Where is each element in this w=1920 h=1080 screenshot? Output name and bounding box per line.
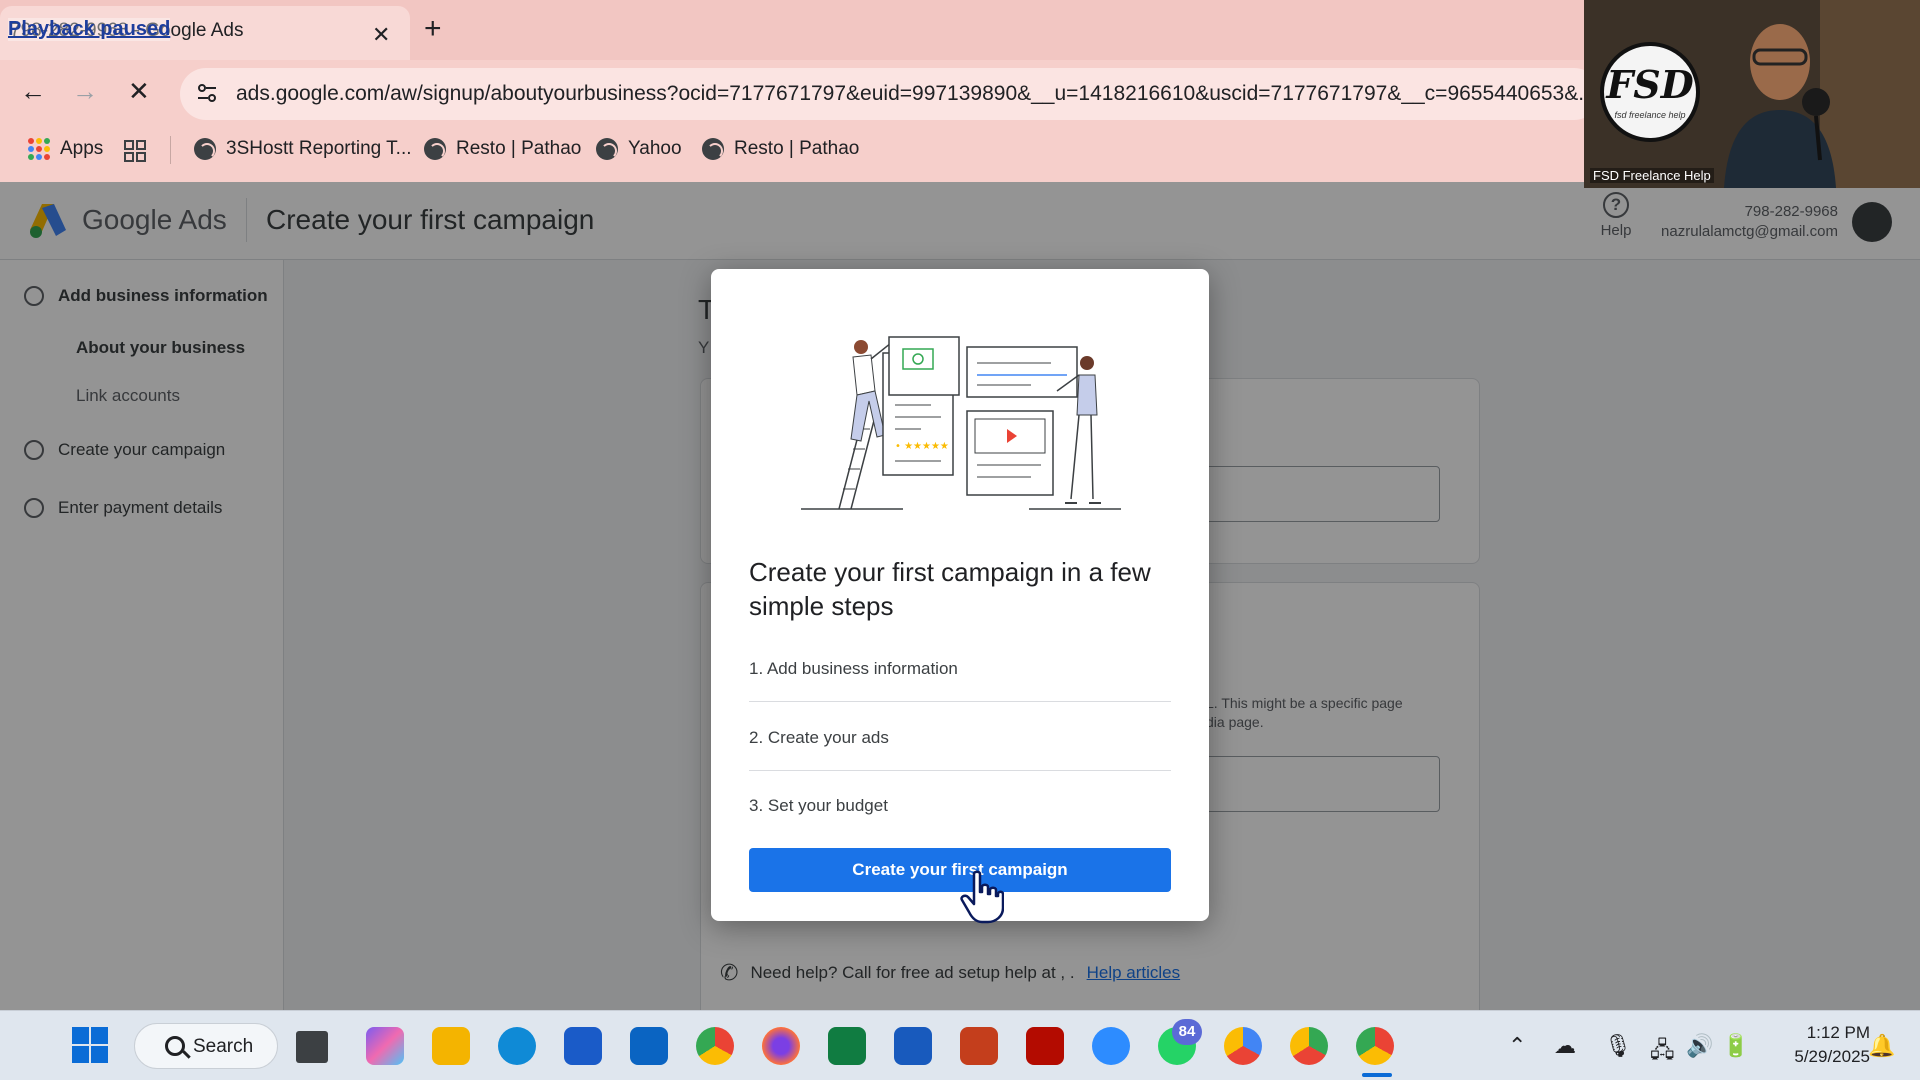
- taskbar-search-label: Search: [193, 1036, 254, 1057]
- bookmark-apps[interactable]: Apps: [28, 138, 103, 160]
- stop-loading-icon[interactable]: ✕: [128, 76, 150, 107]
- webcam-overlay: FSD fsd freelance help FSD Freelance Hel…: [1584, 0, 1920, 188]
- battery-icon[interactable]: 🔋: [1722, 1033, 1749, 1059]
- chrome-icon[interactable]: [696, 1027, 734, 1065]
- welcome-dialog: • ★★★★★ Create your first campaign in a …: [711, 269, 1209, 921]
- excel-icon[interactable]: [828, 1027, 866, 1065]
- bookmark-label: 3SHostt Reporting T...: [226, 138, 412, 159]
- copilot-icon[interactable]: [366, 1027, 404, 1065]
- dialog-step-item: 1. Add business information: [749, 659, 1171, 702]
- forward-icon[interactable]: →: [72, 76, 98, 107]
- globe-icon: [596, 138, 618, 160]
- bookmark-label: Yahoo: [628, 138, 682, 159]
- search-icon: [165, 1036, 185, 1056]
- microphone-icon[interactable]: 🎙: [1604, 1033, 1632, 1059]
- bookmarks-divider: [170, 136, 171, 164]
- browser-tab-active[interactable]: 798-282-9968 - Google Ads Playback pause…: [0, 6, 410, 60]
- whatsapp-unread-badge: 84: [1172, 1019, 1202, 1045]
- cloud-offline-icon[interactable]: ☁: [1554, 1033, 1576, 1059]
- word-icon[interactable]: [894, 1027, 932, 1065]
- network-icon[interactable]: 🖧: [1650, 1033, 1675, 1071]
- windows-start-icon[interactable]: [72, 1027, 108, 1063]
- edge-browser-icon[interactable]: [498, 1027, 536, 1065]
- tray-chevron-up-icon[interactable]: ⌃: [1508, 1033, 1526, 1059]
- campaign-illustration: • ★★★★★: [801, 336, 1121, 510]
- hand-cursor-icon: [960, 870, 1004, 924]
- fsd-logo-subtext: fsd freelance help: [1614, 110, 1686, 120]
- address-bar[interactable]: ads.google.com/aw/signup/aboutyourbusine…: [180, 68, 1600, 120]
- taskbar-search[interactable]: Search: [134, 1023, 278, 1069]
- globe-icon: [194, 138, 216, 160]
- acrobat-icon[interactable]: [1026, 1027, 1064, 1065]
- webcam-caption: FSD Freelance Help: [1590, 168, 1714, 183]
- presenter-image: [1724, 24, 1836, 188]
- globe-icon: [424, 138, 446, 160]
- notification-icon[interactable]: 🔔: [1868, 1033, 1895, 1059]
- bookmark-3shostt[interactable]: 3SHostt Reporting T...: [194, 138, 412, 160]
- clock-time: 1:12 PM: [1806, 1023, 1870, 1042]
- bookmark-label: Resto | Pathao: [734, 138, 860, 159]
- chrome-active-icon[interactable]: [1356, 1027, 1394, 1065]
- firefox-icon[interactable]: [762, 1027, 800, 1065]
- dialog-title: Create your first campaign in a few simp…: [749, 557, 1151, 621]
- task-view-icon[interactable]: [296, 1031, 328, 1063]
- zoom-icon[interactable]: [1092, 1027, 1130, 1065]
- bookmark-label: Resto | Pathao: [456, 138, 582, 159]
- outlook-icon[interactable]: [630, 1027, 668, 1065]
- svg-text:• ★★★★★: • ★★★★★: [895, 441, 949, 452]
- bookmark-resto-pathao[interactable]: Resto | Pathao: [424, 138, 581, 160]
- site-settings-icon[interactable]: [194, 80, 220, 106]
- dialog-step-item: 3. Set your budget: [749, 796, 888, 815]
- bookmark-yahoo[interactable]: Yahoo: [596, 138, 682, 160]
- chrome-profile-icon[interactable]: [1224, 1027, 1262, 1065]
- globe-icon: [702, 138, 724, 160]
- file-explorer-icon[interactable]: [432, 1027, 470, 1065]
- bookmark-label: Apps: [60, 138, 104, 159]
- powerpoint-icon[interactable]: [960, 1027, 998, 1065]
- dialog-step-item: 2. Create your ads: [749, 728, 1171, 771]
- fsd-logo: FSD fsd freelance help: [1600, 42, 1700, 142]
- back-icon[interactable]: ←: [20, 76, 46, 107]
- clock-date: 5/29/2025: [1794, 1047, 1870, 1066]
- volume-icon[interactable]: 🔊: [1686, 1033, 1713, 1059]
- url-text: ads.google.com/aw/signup/aboutyourbusine…: [236, 82, 1596, 105]
- system-clock[interactable]: 1:12 PM 5/29/2025: [1770, 1021, 1870, 1069]
- tab-close-icon[interactable]: ✕: [372, 22, 390, 48]
- bookmark-resto-pathao-2[interactable]: Resto | Pathao: [702, 138, 859, 160]
- playback-paused-label: Playback paused: [8, 18, 171, 41]
- chrome-profile-2-icon[interactable]: [1290, 1027, 1328, 1065]
- apps-grid-icon: [28, 138, 50, 160]
- active-app-indicator: [1362, 1073, 1392, 1077]
- microsoft-store-icon[interactable]: [564, 1027, 602, 1065]
- new-tab-button[interactable]: +: [424, 12, 442, 46]
- windows-taskbar: Search 84 ⌃ ☁ 🎙 🖧 🔊 🔋 1:12 PM 5/29/2025 …: [0, 1010, 1920, 1080]
- tab-groups-icon[interactable]: [124, 140, 146, 162]
